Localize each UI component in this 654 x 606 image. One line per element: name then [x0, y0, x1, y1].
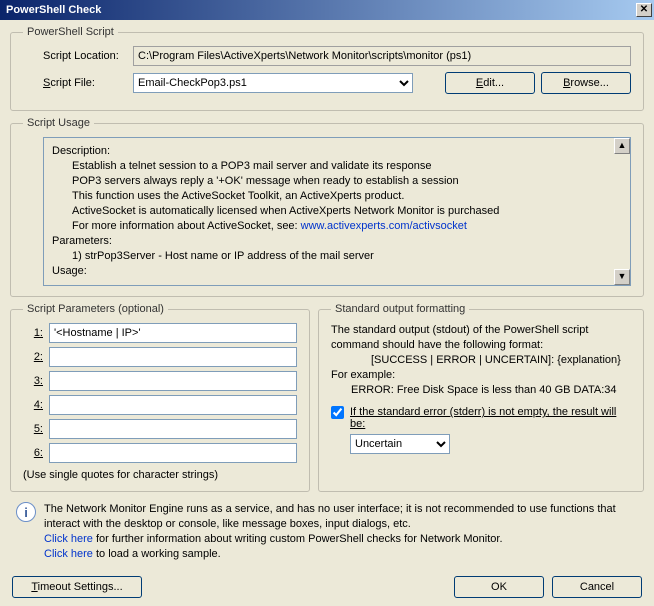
- powershell-script-group: PowerShell Script Script Location: Scrip…: [10, 26, 644, 111]
- param-input-2[interactable]: [49, 347, 297, 367]
- powershell-script-legend: PowerShell Script: [23, 26, 118, 38]
- stdout-line1: The standard output (stdout) of the Powe…: [331, 323, 631, 353]
- scroll-up-icon[interactable]: ▲: [614, 138, 630, 154]
- script-location-label: Script Location:: [23, 50, 133, 62]
- info-link2[interactable]: Click here: [44, 548, 93, 560]
- usage-scrollbar[interactable]: ▲ ▼: [614, 138, 630, 285]
- usage-desc-line: For more information about ActiveSocket,…: [72, 219, 610, 234]
- stdout-line3: For example:: [331, 368, 631, 383]
- info-link2-rest: to load a working sample.: [93, 548, 221, 560]
- param-input-1[interactable]: [49, 323, 297, 343]
- stderr-result-combo[interactable]: Uncertain: [350, 434, 450, 454]
- script-usage-group: Script Usage Description: Establish a te…: [10, 117, 644, 297]
- script-parameters-group: Script Parameters (optional) 1: 2: 3: 4:…: [10, 303, 310, 492]
- param-label-2: 2:: [23, 351, 43, 363]
- param-input-4[interactable]: [49, 395, 297, 415]
- info-line1: The Network Monitor Engine runs as a ser…: [44, 502, 638, 532]
- footer: Timeout Settings... OK Cancel: [10, 576, 644, 598]
- script-location-field: [133, 46, 631, 66]
- param-hint: (Use single quotes for character strings…: [23, 469, 297, 481]
- usage-desc-line: This function uses the ActiveSocket Tool…: [72, 189, 610, 204]
- script-file-combo[interactable]: Email-CheckPop3.ps1: [133, 73, 413, 93]
- title-bar: PowerShell Check ✕: [0, 0, 654, 20]
- info-link1[interactable]: Click here: [44, 533, 93, 545]
- script-parameters-legend: Script Parameters (optional): [23, 303, 168, 315]
- stdout-line4: ERROR: Free Disk Space is less than 40 G…: [351, 383, 631, 398]
- param-input-3[interactable]: [49, 371, 297, 391]
- stderr-check-label: If the standard error (stderr) is not em…: [350, 406, 631, 430]
- info-section: i The Network Monitor Engine runs as a s…: [10, 498, 644, 566]
- window-title: PowerShell Check: [6, 4, 636, 16]
- scroll-down-icon[interactable]: ▼: [614, 269, 630, 285]
- param-label-1: 1:: [23, 327, 43, 339]
- ok-button[interactable]: OK: [454, 576, 544, 598]
- script-file-label: Script File:: [23, 77, 133, 89]
- stdout-legend: Standard output formatting: [331, 303, 469, 315]
- close-button[interactable]: ✕: [636, 3, 652, 17]
- param-label-5: 5:: [23, 423, 43, 435]
- param-label-3: 3:: [23, 375, 43, 387]
- usage-text-box: Description: Establish a telnet session …: [43, 137, 631, 286]
- stdout-formatting-group: Standard output formatting The standard …: [318, 303, 644, 492]
- param-label-4: 4:: [23, 399, 43, 411]
- usage-parameters-label: Parameters:: [52, 234, 610, 249]
- info-icon: i: [16, 502, 36, 522]
- usage-usage-label: Usage:: [52, 264, 610, 279]
- script-usage-legend: Script Usage: [23, 117, 94, 129]
- usage-desc-line: ActiveSocket is automatically licensed w…: [72, 204, 610, 219]
- usage-param-line: 1) strPop3Server - Host name or IP addre…: [72, 249, 610, 264]
- stderr-checkbox[interactable]: [331, 406, 344, 419]
- dialog-content: PowerShell Script Script Location: Scrip…: [0, 20, 654, 606]
- usage-desc-line: POP3 servers always reply a '+OK' messag…: [72, 174, 610, 189]
- edit-button[interactable]: Edit...: [445, 72, 535, 94]
- timeout-settings-button[interactable]: Timeout Settings...: [12, 576, 142, 598]
- browse-button[interactable]: Browse...: [541, 72, 631, 94]
- info-link1-rest: for further information about writing cu…: [93, 533, 503, 545]
- stdout-line2: [SUCCESS | ERROR | UNCERTAIN]: {explanat…: [371, 353, 631, 368]
- usage-desc-line: Establish a telnet session to a POP3 mai…: [72, 159, 610, 174]
- activesocket-link[interactable]: www.activexperts.com/activsocket: [301, 220, 467, 232]
- param-input-5[interactable]: [49, 419, 297, 439]
- param-input-6[interactable]: [49, 443, 297, 463]
- cancel-button[interactable]: Cancel: [552, 576, 642, 598]
- param-label-6: 6:: [23, 447, 43, 459]
- usage-description-label: Description:: [52, 144, 610, 159]
